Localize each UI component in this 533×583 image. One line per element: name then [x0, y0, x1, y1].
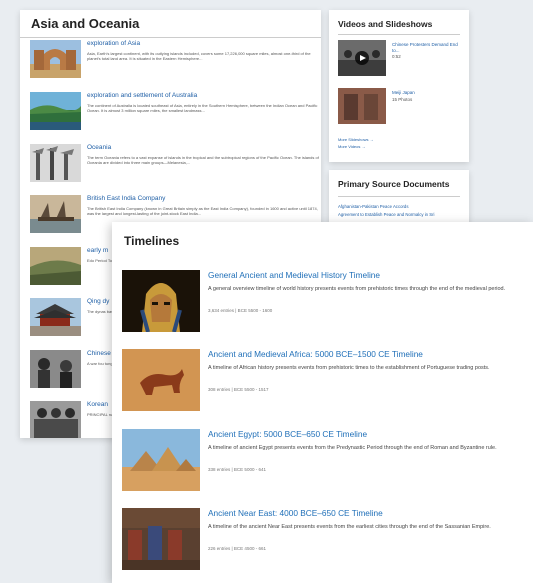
article-description: The term Oceania refers to a vast expans… — [87, 155, 319, 166]
videos-slideshows-panel: Videos and Slideshows Chinese Protesters… — [329, 10, 469, 162]
edo-japan-thumbnail — [30, 247, 81, 285]
timeline-description: A general overview timeline of world his… — [208, 286, 506, 292]
timeline-description: A timeline of ancient Egypt presents eve… — [208, 445, 497, 451]
article-description: The continent of Australia is located so… — [87, 103, 318, 114]
primary-doc-link[interactable]: Agreement to Establish Peace and Normalc… — [338, 212, 435, 217]
pyramids-image — [122, 429, 200, 491]
article-title[interactable]: Chinese — [87, 350, 111, 357]
article-title[interactable]: exploration of Asia — [87, 40, 140, 47]
timelines-panel: Timelines General Ancient and Medieval H… — [112, 222, 533, 583]
article-item[interactable]: exploration and settlement of Australia … — [30, 92, 317, 137]
divider — [338, 196, 460, 197]
article-title[interactable]: exploration and settlement of Australia — [87, 92, 197, 99]
timeline-title[interactable]: Ancient Near East: 4000 BCE–650 CE Timel… — [208, 508, 383, 518]
slideshow-count: 15 Photos — [392, 97, 413, 102]
article-title[interactable]: Qing dy — [87, 298, 109, 305]
timeline-meta: 308 entries | BCE 5500 - 1517 — [208, 387, 269, 392]
meiji-japan-thumbnail — [338, 88, 386, 124]
video-title[interactable]: Chinese Protesters Demand End to... — [392, 42, 462, 53]
primary-source-heading: Primary Source Documents — [338, 179, 450, 189]
article-title[interactable]: Korean — [87, 401, 108, 408]
slideshow-title[interactable]: Meiji Japan — [392, 90, 462, 96]
timeline-item[interactable]: Ancient Egypt: 5000 BCE–650 CE Timeline … — [122, 429, 532, 499]
timeline-meta: 338 entries | BCE 5000 - 641 — [208, 467, 266, 472]
timeline-item[interactable]: Ancient and Medieval Africa: 5000 BCE–15… — [122, 349, 532, 419]
article-title[interactable]: British East India Company — [87, 195, 165, 202]
timeline-description: A timeline of the ancient Near East pres… — [208, 524, 491, 530]
african-cave-art-image — [122, 349, 200, 411]
timeline-title[interactable]: Ancient and Medieval Africa: 5000 BCE–15… — [208, 349, 423, 359]
divider — [338, 34, 460, 35]
article-title[interactable]: early m — [87, 247, 108, 254]
more-videos-link[interactable]: More Videos → — [338, 144, 366, 149]
timeline-meta: 3,634 entries | BCE 5500 - 1600 — [208, 308, 273, 313]
oceania-thumbnail — [30, 144, 81, 182]
primary-doc-link[interactable]: Afghanistan-Pakistan Peace Accords — [338, 204, 408, 209]
video-item[interactable]: Chinese Protesters Demand End to... 0:52 — [338, 40, 463, 80]
more-slideshows-link[interactable]: More Slideshows → — [338, 137, 374, 142]
timeline-item[interactable]: General Ancient and Medieval History Tim… — [122, 270, 532, 340]
timelines-heading: Timelines — [124, 234, 180, 248]
timeline-item[interactable]: Ancient Near East: 4000 BCE–650 CE Timel… — [122, 508, 532, 578]
article-item[interactable]: exploration of Asia Asia, Earth's larges… — [30, 40, 311, 85]
egyptian-mask-image — [122, 270, 200, 332]
australia-thumbnail — [30, 92, 81, 130]
article-description: Asia, Earth's largest continent, with it… — [87, 51, 311, 62]
near-east-relief-image — [122, 508, 200, 570]
east-india-company-thumbnail — [30, 195, 81, 233]
asia-oceania-heading: Asia and Oceania — [20, 10, 321, 38]
chinese-war-thumbnail — [30, 350, 81, 388]
slideshow-item[interactable]: Meiji Japan 15 Photos — [338, 88, 463, 128]
video-duration: 0:52 — [392, 54, 401, 59]
qing-dynasty-thumbnail — [30, 298, 81, 336]
videos-slideshows-heading: Videos and Slideshows — [338, 19, 433, 29]
timeline-meta: 226 entries | BCE 4500 - 661 — [208, 546, 266, 551]
article-title[interactable]: Oceania — [87, 144, 111, 151]
play-icon[interactable] — [355, 51, 369, 65]
timeline-title[interactable]: Ancient Egypt: 5000 BCE–650 CE Timeline — [208, 429, 367, 439]
timeline-title[interactable]: General Ancient and Medieval History Tim… — [208, 270, 380, 280]
article-item[interactable]: Oceania The term Oceania refers to a vas… — [30, 144, 319, 189]
korean-war-thumbnail — [30, 401, 81, 438]
timeline-description: A timeline of African history presents e… — [208, 365, 490, 371]
exploration-asia-thumbnail — [30, 40, 81, 78]
